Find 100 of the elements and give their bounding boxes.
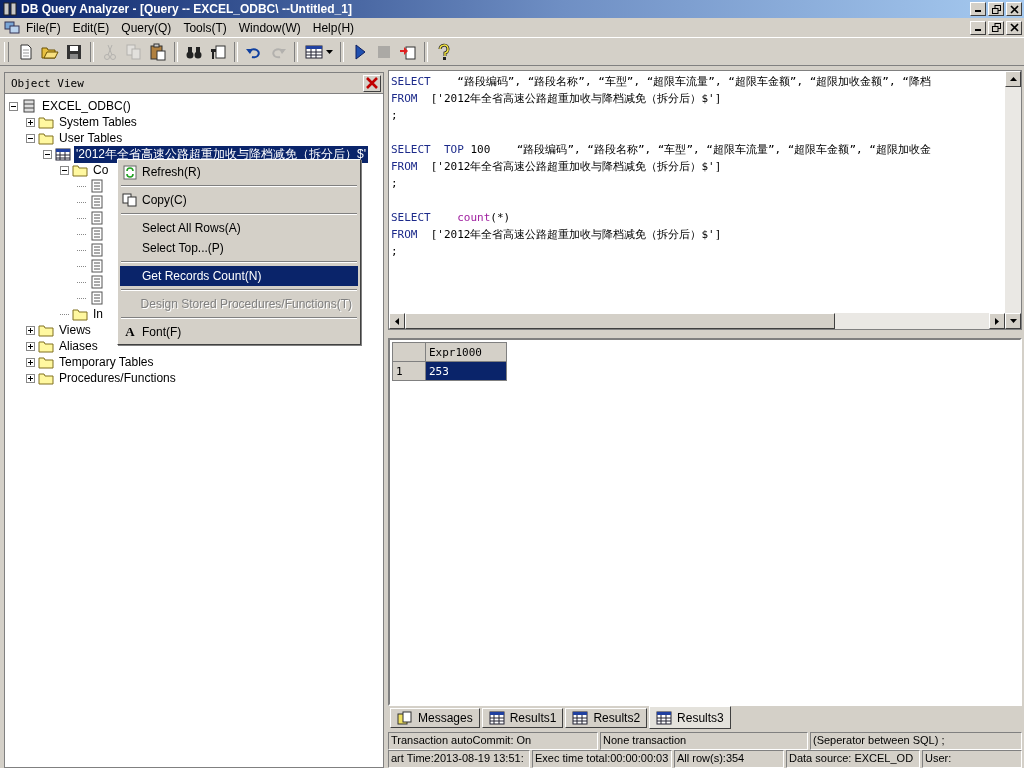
menu-item[interactable]: Copy(C) [120,190,358,210]
table-icon [55,147,71,161]
menu-item[interactable]: Edit(E) [66,20,116,35]
tree-item[interactable]: System Tables [57,115,139,129]
document-icon [89,211,105,225]
down-arrow-icon[interactable] [1009,319,1017,323]
tree-item[interactable]: Views [57,323,93,337]
minimize-icon [975,28,981,31]
minimize-button[interactable] [970,20,986,35]
minimize-button[interactable] [970,2,986,16]
window-title: DB Query Analyzer - [Query -- EXCEL_ODBC\ --Untitled_1] [21,2,352,16]
expand-icon[interactable] [26,117,35,127]
document-icon [89,259,105,273]
document-window-icon [4,20,20,35]
document-icon [89,179,105,193]
document-icon [89,275,105,289]
result-tab[interactable]: Results1 [481,708,564,728]
panel-title: Object View [11,76,84,90]
column-header[interactable]: Expr1000 [425,342,507,362]
tree-item[interactable]: In [91,307,105,321]
paste-icon[interactable] [147,40,169,63]
code-token: SELECT [391,211,431,224]
restore-icon [991,23,1001,32]
code-token: FROM [391,92,418,105]
code-token: 100 “路段编码”, “路段名称”, “车型”, “超限车流量”, “超限车金额”, “超限加收金 [469,143,931,156]
tree-item[interactable]: User Tables [57,131,125,145]
database-icon [21,99,37,113]
menu-item[interactable]: Select All Rows(A) [120,218,358,238]
close-icon [1009,23,1019,32]
code-token: ; [391,245,398,258]
status-text: User: [922,750,1022,768]
copy-icon [122,193,138,207]
code-token: TOP [443,143,464,156]
folder-icon [38,355,54,369]
code-token: ['2012年全省高速公路超重加收与降档减免（拆分后）$'] [429,160,722,173]
status-text: None transaction [600,732,808,750]
menu-item[interactable]: A Font(F) [120,322,358,342]
result-tab[interactable]: Results3 [649,706,731,729]
restore-button[interactable] [988,2,1004,16]
tree-item[interactable]: Procedures/Functions [57,371,178,385]
right-arrow-icon[interactable] [995,317,999,325]
folder-icon [38,131,54,145]
menu-item[interactable]: File(F) [20,20,67,35]
status-text: Transaction autoCommit: On [388,732,598,750]
result-tab[interactable]: Messages [390,708,480,728]
collapse-icon[interactable] [26,133,35,143]
folder-icon [38,115,54,129]
status-text: (Seperator between SQL) ; [810,732,1022,750]
status-text: Exec time total:00:00:00:03 [532,750,672,768]
tree-item[interactable]: EXCEL_ODBC() [40,99,133,113]
document-icon [89,243,105,257]
tree-item[interactable]: Co [91,163,111,177]
code-token: count [456,211,491,224]
grid-icon [488,711,505,725]
document-icon [89,195,105,209]
app-icon [3,2,17,16]
menu-item[interactable]: Window(W) [232,20,307,35]
corner-cell [392,342,426,362]
folder-icon [38,339,54,353]
status-text: All row(s):354 [674,750,784,768]
code-token: ['2012年全省高速公路超重加收与降档减免（拆分后）$'] [429,92,722,105]
restore-button[interactable] [988,20,1004,35]
close-button[interactable] [1006,2,1022,16]
code-token: FROM [391,160,418,173]
close-button[interactable] [1006,20,1022,35]
menu-item[interactable]: Tools(T) [177,20,233,35]
tree-item[interactable]: Aliases [57,339,100,353]
expand-icon[interactable] [26,325,35,335]
code-token: ; [391,109,398,122]
result-tab[interactable]: Results2 [565,708,648,728]
collapse-icon[interactable] [60,165,69,175]
menu-item[interactable]: Refresh(R) [120,162,358,182]
status-text: Data source: EXCEL_OD [786,750,920,768]
grid-icon [656,710,673,725]
menu-item[interactable]: Help(H) [306,20,361,35]
code-token: ['2012年全省高速公路超重加收与降档减免（拆分后）$'] [429,228,722,241]
messages-icon [397,711,413,725]
code-token: SELECT [391,75,431,88]
collapse-icon[interactable] [43,149,52,159]
up-arrow-icon[interactable] [1009,77,1017,81]
grid-icon [572,711,589,725]
menu-item[interactable]: Get Records Count(N) [120,266,358,286]
expand-icon[interactable] [26,373,35,383]
close-button[interactable] [363,74,381,92]
code-token: “路段编码”, “路段名称”, “车型”, “超限车流量”, “超限车金额”, “超限加收金额”, “降档 [456,75,931,88]
expand-icon[interactable] [26,341,35,351]
collapse-icon[interactable] [9,101,18,111]
code-token: SELECT [391,143,431,156]
status-text: art Time:2013-08-19 13:51: [388,750,530,768]
refresh-icon [123,164,137,180]
code-token: FROM [391,228,418,241]
menu-item[interactable]: Select Top...(P) [120,238,358,258]
left-arrow-icon[interactable] [395,317,399,325]
menu-item[interactable]: Query(Q) [115,20,178,35]
expand-icon[interactable] [26,357,35,367]
tree-item[interactable]: Temporary Tables [57,355,156,369]
horizontal-scrollbar[interactable] [389,313,1005,329]
code-token: (*) [490,211,511,224]
vertical-scrollbar[interactable] [1005,71,1021,329]
folder-icon [72,307,88,321]
